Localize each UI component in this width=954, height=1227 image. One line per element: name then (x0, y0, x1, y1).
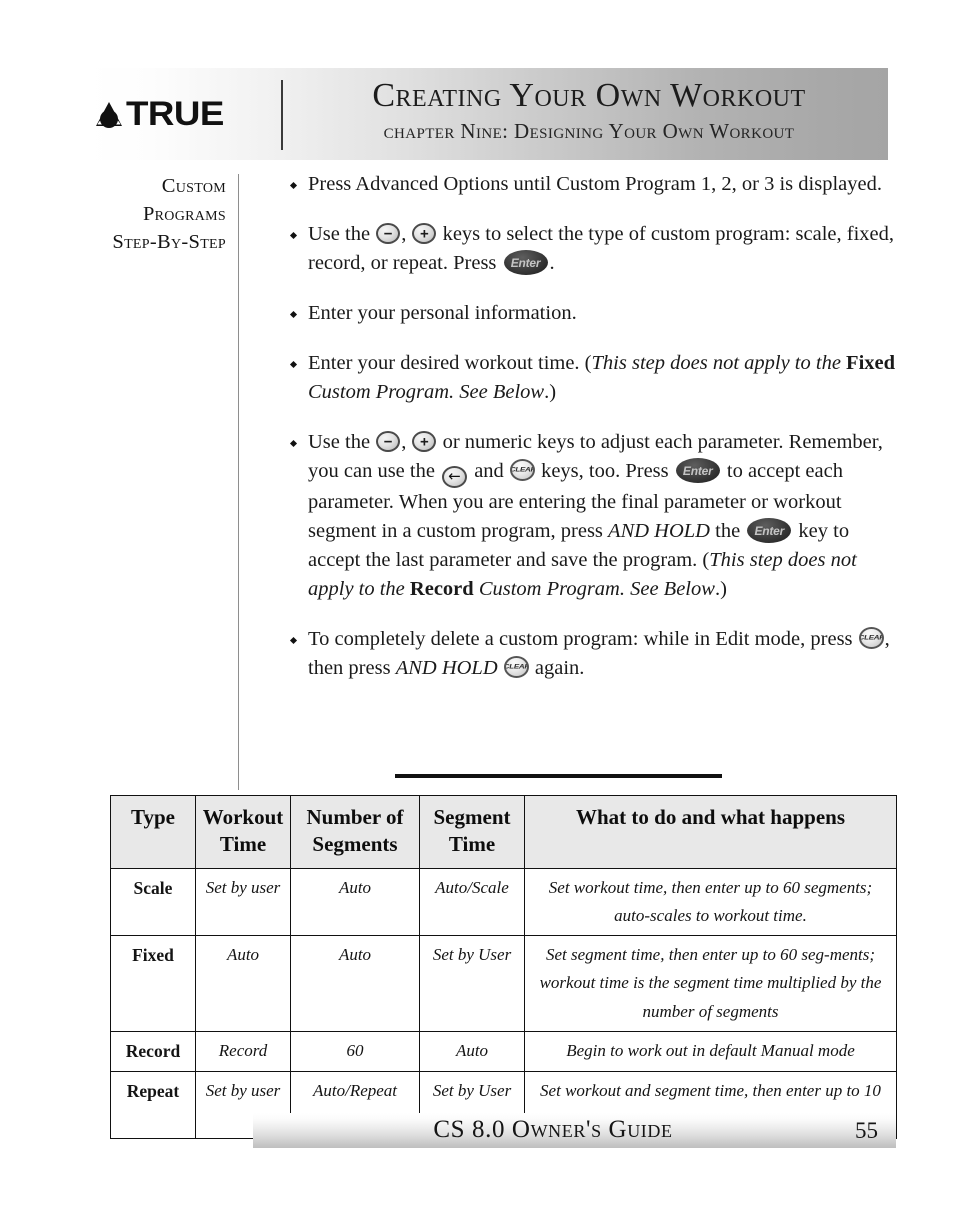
footer-guide-title: CS 8.0 Owner's Guide (433, 1116, 673, 1143)
custom-program-types-table: Type Workout Time Number of Segments Seg… (110, 795, 897, 1140)
table-cell-number-of-segments: 60 (290, 1030, 420, 1072)
table-row: Record Record 60 Auto Begin to work out in d… (110, 1030, 897, 1072)
body-text: keys, too. Press (535, 460, 674, 482)
bullet-adjust-parameters: Use the −, + or numeric keys to adjust e… (286, 428, 896, 604)
page-title: Creating Your Own Workout (372, 77, 806, 114)
true-triangle-arc-logo-icon (94, 99, 125, 129)
plus-key-icon[interactable]: + (412, 223, 437, 244)
table-cell-number-of-segments: Auto (290, 867, 420, 937)
bullet-paragraph: To completely delete a custom program: w… (308, 625, 896, 683)
table-header-segment-time: Segment Time (419, 795, 525, 869)
table-header-number-of-segments: Number of Segments (290, 795, 420, 869)
table-cell-segment-time: Auto (419, 1030, 525, 1072)
emphasis-text: This step does not apply to the (591, 352, 847, 374)
plus-key-icon[interactable]: + (412, 431, 437, 452)
strong-text: Fixed (846, 352, 896, 374)
enter-key-icon[interactable]: Enter (675, 458, 720, 483)
page-subtitle: chapter Nine: Designing Your Own Workout (383, 119, 795, 144)
true-logo-wordmark: TRUE (126, 95, 224, 133)
header-vertical-divider (281, 80, 283, 150)
instruction-list: Press Advanced Options until Custom Prog… (286, 170, 896, 704)
table-cell-type: Scale (110, 867, 196, 937)
body-text: To completely delete a custom program: w… (308, 628, 858, 650)
body-text: Enter your desired workout time. ( (308, 352, 592, 374)
table-header-type: Type (110, 795, 196, 869)
sidebar-heading-line-1: Custom (161, 175, 226, 197)
body-text: Enter your personal information. (308, 302, 577, 324)
emphasis-text: AND HOLD (608, 520, 710, 542)
body-text: Press Advanced Options until Custom Prog… (308, 173, 882, 195)
minus-key-icon[interactable]: − (376, 223, 401, 244)
bullet-paragraph: Enter your personal information. (308, 299, 896, 328)
enter-key-icon[interactable]: Enter (503, 250, 548, 275)
table-cell-segment-time: Set by User (419, 935, 525, 1032)
table-cell-type: Fixed (110, 935, 196, 1032)
body-text: Use the (308, 223, 376, 245)
header-title-block: Creating Your Own Workout chapter Nine: … (293, 76, 885, 145)
body-text: , (401, 431, 412, 453)
table-cell-type: Record (110, 1030, 196, 1072)
strong-text: Record (409, 578, 474, 600)
table-header-row: Type Workout Time Number of Segments Seg… (110, 795, 897, 869)
sidebar-section-heading: Custom Programs Step-By-Step (40, 172, 226, 256)
table-header-description: What to do and what happens (524, 795, 897, 869)
table-cell-number-of-segments: Auto (290, 935, 420, 1032)
table-cell-description: Begin to work out in default Manual mode (524, 1030, 897, 1072)
bullet-paragraph: Use the −, + or numeric keys to adjust e… (308, 428, 896, 604)
table-header-workout-time: Workout Time (195, 795, 291, 869)
page-header-banner: TRUE Creating Your Own Workout chapter N… (88, 68, 888, 160)
emphasis-text: Custom Program. See Below (473, 578, 715, 600)
emphasis-text: AND HOLD (395, 657, 498, 679)
body-text (498, 657, 503, 679)
table-row: Fixed Auto Auto Set by User Set segment time… (110, 935, 897, 1032)
body-text: the (710, 520, 746, 542)
bullet-paragraph: Use the −, + keys to select the type of … (308, 220, 896, 278)
bullet-advanced-options: Press Advanced Options until Custom Prog… (286, 170, 896, 199)
bullet-workout-time: Enter your desired workout time. (This s… (286, 349, 896, 407)
table-row: Scale Set by user Auto Auto/Scale Set workou… (110, 867, 897, 937)
body-text: . (549, 252, 555, 274)
body-text: .) (714, 578, 727, 600)
sidebar-vertical-rule (238, 174, 239, 790)
table-top-rule (395, 774, 722, 778)
bullet-personal-info: Enter your personal information. (286, 299, 896, 328)
sidebar-heading-line-3: Step-By-Step (112, 231, 226, 254)
bullet-delete-program: To completely delete a custom program: w… (286, 625, 896, 683)
clear-key-icon[interactable]: CLEAR (858, 627, 884, 649)
bullet-paragraph: Press Advanced Options until Custom Prog… (308, 170, 896, 199)
clear-key-icon[interactable]: CLEAR (503, 656, 529, 678)
sidebar-heading-line-2: Programs (142, 203, 226, 226)
body-text: .) (544, 381, 557, 403)
body-text: , (401, 223, 412, 245)
footer-page-number: 55 (855, 1118, 878, 1143)
body-text: and (469, 460, 509, 482)
table-cell-segment-time: Auto/Scale (419, 867, 525, 937)
body-text: again. (529, 657, 585, 679)
table-cell-description: Set workout time, then enter up to 60 se… (524, 867, 897, 937)
minus-key-icon[interactable]: − (376, 431, 401, 452)
emphasis-text: Custom Program. See Below (308, 381, 545, 403)
bullet-select-type: Use the −, + keys to select the type of … (286, 220, 896, 278)
table-cell-workout-time: Record (195, 1030, 291, 1072)
back-arrow-key-icon[interactable]: ← (442, 466, 468, 488)
table-cell-description: Set segment time, then enter up to 60 se… (524, 935, 897, 1032)
table-cell-workout-time: Auto (195, 935, 291, 1032)
table-cell-type: Repeat (110, 1070, 196, 1140)
bullet-paragraph: Enter your desired workout time. (This s… (308, 349, 896, 407)
table-cell-workout-time: Set by user (195, 867, 291, 937)
body-text: Use the (308, 431, 376, 453)
clear-key-icon[interactable]: CLEAR (509, 459, 535, 481)
enter-key-icon[interactable]: Enter (747, 518, 792, 543)
